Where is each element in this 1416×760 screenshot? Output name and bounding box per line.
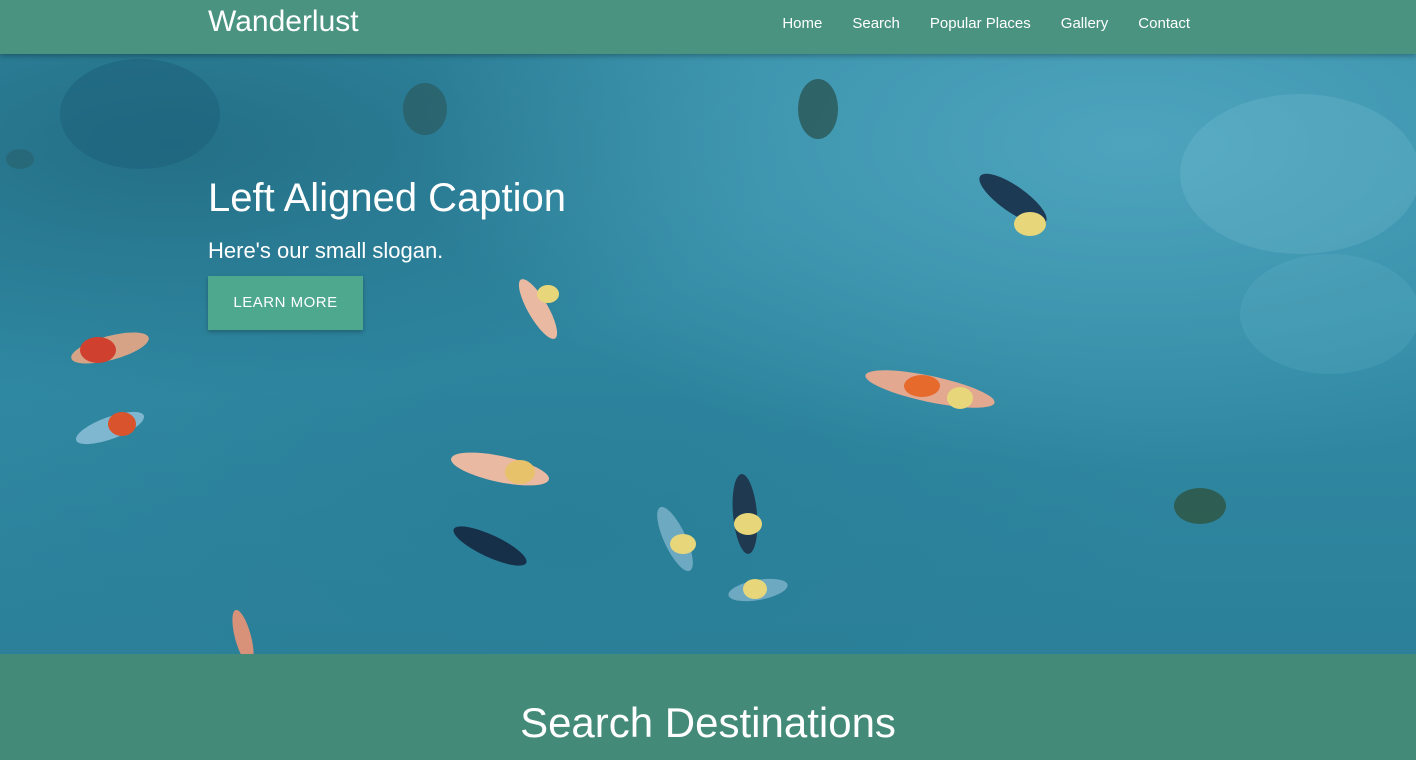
hero-slogan: Here's our small slogan. <box>208 238 444 263</box>
snorkeler-11 <box>232 609 254 654</box>
nav-link-contact[interactable]: Contact <box>1138 15 1190 32</box>
snorkeler-7 <box>732 474 762 554</box>
learn-more-button[interactable]: LEARN MORE <box>208 276 363 330</box>
nav-link-gallery[interactable]: Gallery <box>1061 15 1109 32</box>
snorkeler-1 <box>979 173 1047 236</box>
hero-section: Left Aligned Caption Here's our small sl… <box>0 54 1416 654</box>
nav-link-home[interactable]: Home <box>782 15 822 32</box>
nav-link-search[interactable]: Search <box>852 15 900 32</box>
snorkeler-8 <box>657 506 696 572</box>
nav-links: Home Search Popular Places Gallery Conta… <box>752 0 1190 46</box>
section-title: Search Destinations <box>520 699 896 746</box>
snorkeler-5 <box>865 370 995 409</box>
nav-link-popular-places[interactable]: Popular Places <box>930 15 1031 32</box>
snorkeler-3 <box>71 332 149 364</box>
brand-logo[interactable]: Wanderlust <box>208 4 359 40</box>
hero-background-image <box>6 59 1416 654</box>
hero-caption: Left Aligned Caption Here's our small sl… <box>208 174 566 330</box>
hero-title: Left Aligned Caption <box>208 176 567 220</box>
search-destinations-section: Search Destinations <box>0 654 1416 760</box>
snorkeler-10 <box>728 578 788 602</box>
snorkeler-4 <box>75 411 145 445</box>
navbar: Wanderlust Home Search Popular Places Ga… <box>0 0 1416 54</box>
snorkeler-6 <box>451 452 549 486</box>
snorkeler-9 <box>453 526 527 566</box>
